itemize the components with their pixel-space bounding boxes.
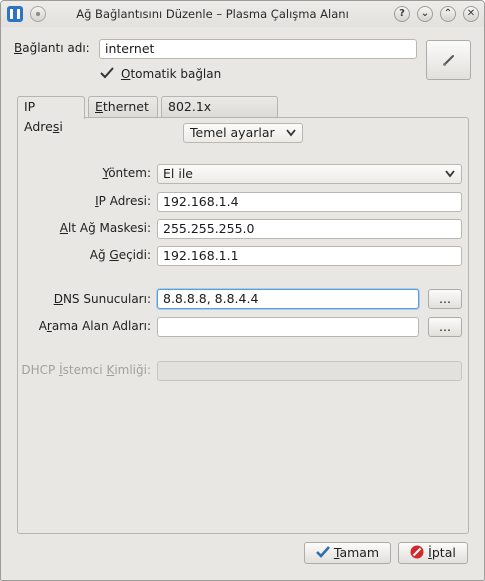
auto-connect-checkbox[interactable] bbox=[99, 65, 115, 81]
gateway-input[interactable]: 192.168.1.1 bbox=[157, 246, 462, 266]
settings-mode-select[interactable]: Temel ayarlar bbox=[183, 123, 303, 143]
title-bar[interactable]: Ağ Bağlantısını Düzenle – Plasma Çalışma… bbox=[1, 1, 484, 27]
connection-name-label: Bağlantı adı: bbox=[14, 41, 90, 55]
netmask-label: Alt Ağ Maskesi: bbox=[59, 221, 151, 235]
pen-icon bbox=[442, 55, 454, 66]
netmask-input[interactable]: 255.255.255.0 bbox=[157, 219, 462, 239]
dhcp-client-id-label: DHCP İstemci Kimliği: bbox=[21, 363, 151, 377]
ip-address-input[interactable]: 192.168.1.4 bbox=[157, 192, 462, 212]
ip-address-label: IP Adresi: bbox=[95, 194, 151, 208]
gateway-label: Ağ Geçidi: bbox=[89, 248, 151, 262]
close-button[interactable]: ✕ bbox=[463, 6, 479, 22]
window-title: Ağ Bağlantısını Düzenle – Plasma Çalışma… bbox=[76, 7, 349, 21]
search-domains-edit-button[interactable]: ... bbox=[428, 317, 462, 337]
connection-name-input[interactable]: internet bbox=[99, 39, 417, 59]
tab-ethernet[interactable]: Ethernet bbox=[88, 96, 158, 118]
auto-connect-label[interactable]: Otomatik bağlan bbox=[121, 67, 221, 81]
method-label: Yöntem: bbox=[102, 166, 151, 180]
icon-picker-button[interactable] bbox=[426, 40, 471, 80]
ok-button[interactable]: Tamam bbox=[304, 542, 391, 564]
search-domains-input[interactable] bbox=[157, 317, 419, 337]
pin-button[interactable] bbox=[30, 6, 46, 22]
checkmark-icon bbox=[315, 546, 330, 558]
dns-edit-button[interactable]: ... bbox=[428, 289, 462, 309]
cancel-button[interactable]: İptal bbox=[398, 542, 468, 564]
search-domains-label: Arama Alan Adları: bbox=[38, 319, 151, 333]
settings-mode-value: Temel ayarlar bbox=[190, 125, 275, 140]
chevron-down-icon bbox=[445, 170, 455, 178]
chevron-down-icon bbox=[286, 129, 296, 137]
dhcp-client-id-input bbox=[157, 361, 462, 381]
checkmark-icon bbox=[100, 67, 114, 79]
method-select[interactable]: El ile bbox=[157, 164, 462, 184]
dns-servers-input[interactable]: 8.8.8.8, 8.8.4.4 bbox=[157, 289, 419, 309]
help-button[interactable]: ? bbox=[394, 6, 410, 22]
dialog-window: Ağ Bağlantısını Düzenle – Plasma Çalışma… bbox=[0, 0, 485, 581]
dns-servers-label: DNS Sunucuları: bbox=[53, 292, 151, 306]
tab-ip-address[interactable]: IP Adresi bbox=[17, 96, 85, 134]
minimize-button[interactable]: ⌄ bbox=[417, 6, 433, 22]
method-value: El ile bbox=[163, 166, 193, 181]
network-app-icon bbox=[7, 6, 23, 22]
cancel-icon bbox=[410, 545, 424, 559]
maximize-button[interactable]: ⌃ bbox=[440, 6, 456, 22]
tab-8021x-security[interactable]: 802.1x Güvenliği bbox=[161, 96, 278, 134]
